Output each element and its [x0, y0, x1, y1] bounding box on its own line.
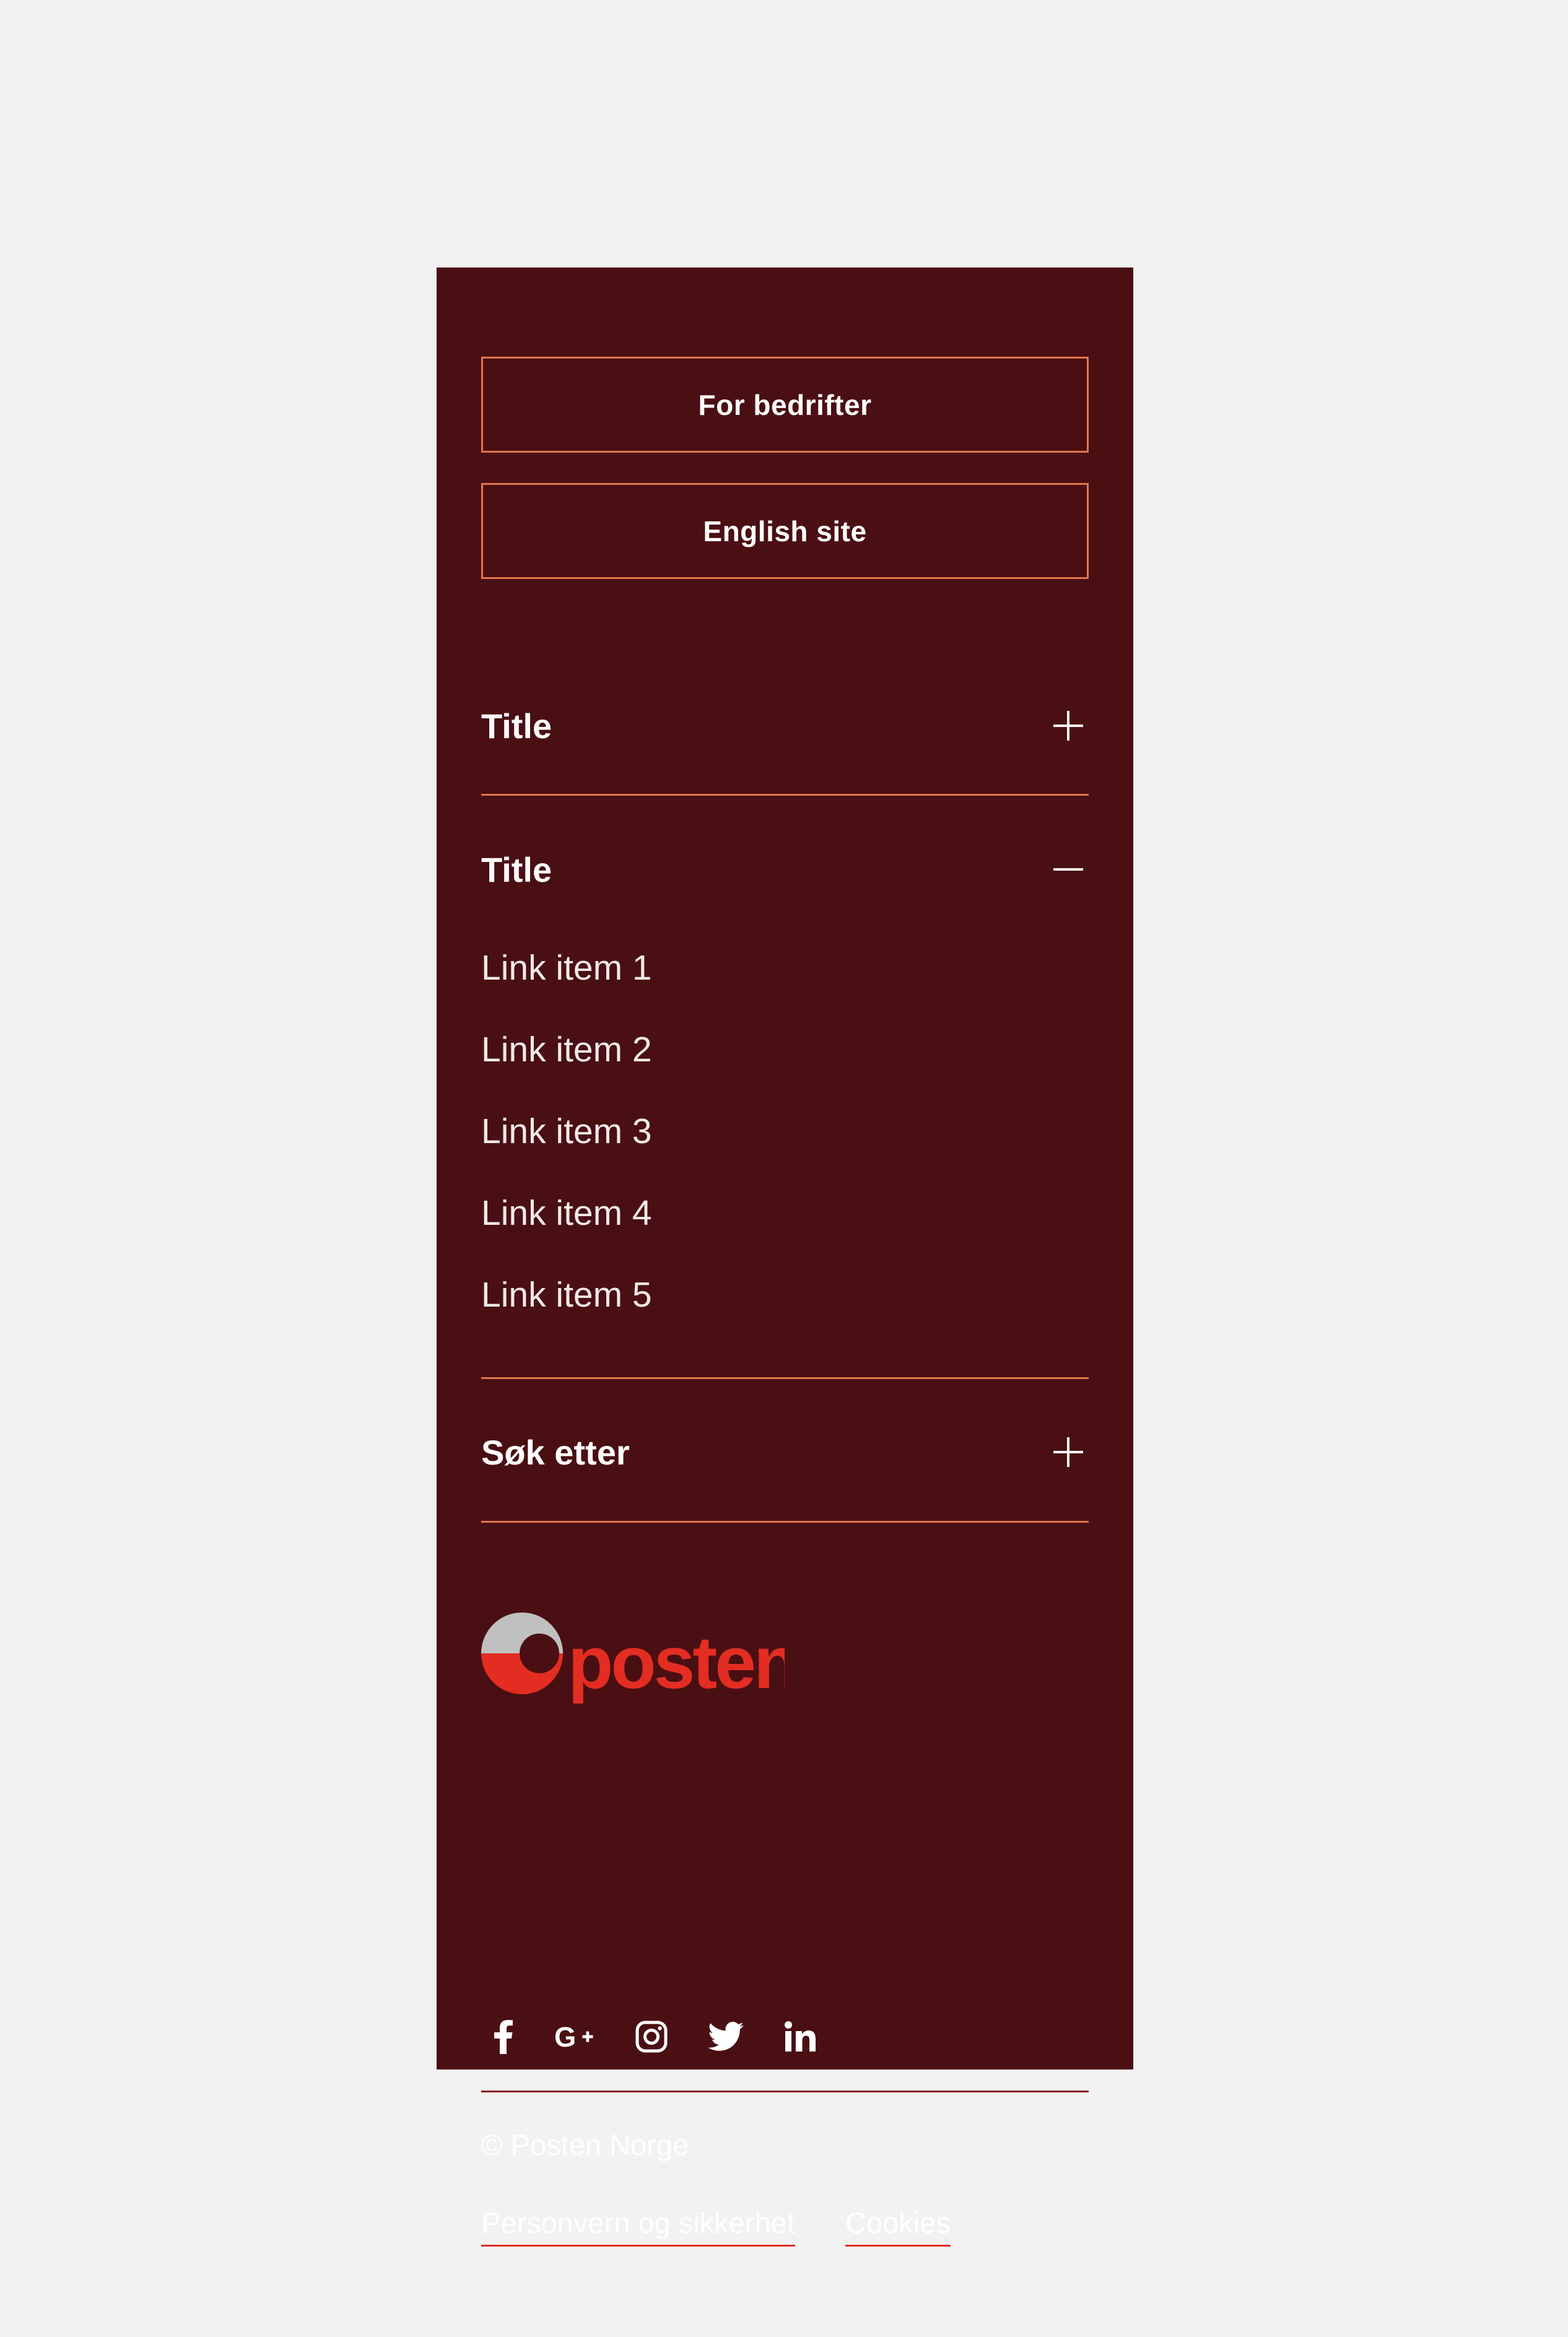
privacy-security-link[interactable]: Personvern og sikkerhet	[481, 2208, 795, 2247]
accordion-header-sok-etter[interactable]: Søk etter	[481, 1418, 1089, 1486]
accordion-header-title-1[interactable]: Title	[481, 692, 1089, 760]
instagram-icon[interactable]	[630, 2015, 673, 2058]
accordion-divider	[481, 794, 1089, 796]
logo-wordmark: posten	[568, 1621, 785, 1704]
accordion-header-title-2[interactable]: Title	[481, 835, 1089, 903]
cookies-link[interactable]: Cookies	[845, 2208, 951, 2247]
accordion-title: Title	[481, 850, 552, 889]
linkedin-icon[interactable]	[778, 2015, 822, 2058]
google-plus-icon[interactable]: G	[554, 2015, 598, 2058]
for-business-button[interactable]: For bedrifter	[481, 357, 1089, 453]
twitter-icon[interactable]	[704, 2015, 747, 2058]
link-item-1[interactable]: Link item 1	[481, 951, 652, 986]
link-item-3[interactable]: Link item 3	[481, 1114, 652, 1149]
social-links: G	[481, 2015, 853, 2065]
site-footer: For bedrifter English site Title Title L…	[437, 268, 1133, 2247]
minus-icon	[1053, 868, 1083, 871]
svg-text:G: G	[554, 2021, 576, 2052]
footer-divider	[481, 2091, 1089, 2092]
accordion-title: Søk etter	[481, 1432, 630, 1472]
link-item-4[interactable]: Link item 4	[481, 1196, 652, 1231]
accordion-divider	[481, 1521, 1089, 1523]
facebook-icon[interactable]	[481, 2015, 525, 2058]
plus-icon	[1053, 1437, 1083, 1467]
link-item-2[interactable]: Link item 2	[481, 1032, 652, 1068]
copyright-text: © Posten Norge	[481, 2128, 689, 2161]
accordion-divider	[481, 1377, 1089, 1379]
plus-icon	[1053, 711, 1083, 741]
accordion-title: Title	[481, 706, 552, 746]
link-item-5[interactable]: Link item 5	[481, 1277, 652, 1313]
posten-logo[interactable]: posten	[481, 1611, 785, 1707]
english-site-button[interactable]: English site	[481, 483, 1089, 579]
